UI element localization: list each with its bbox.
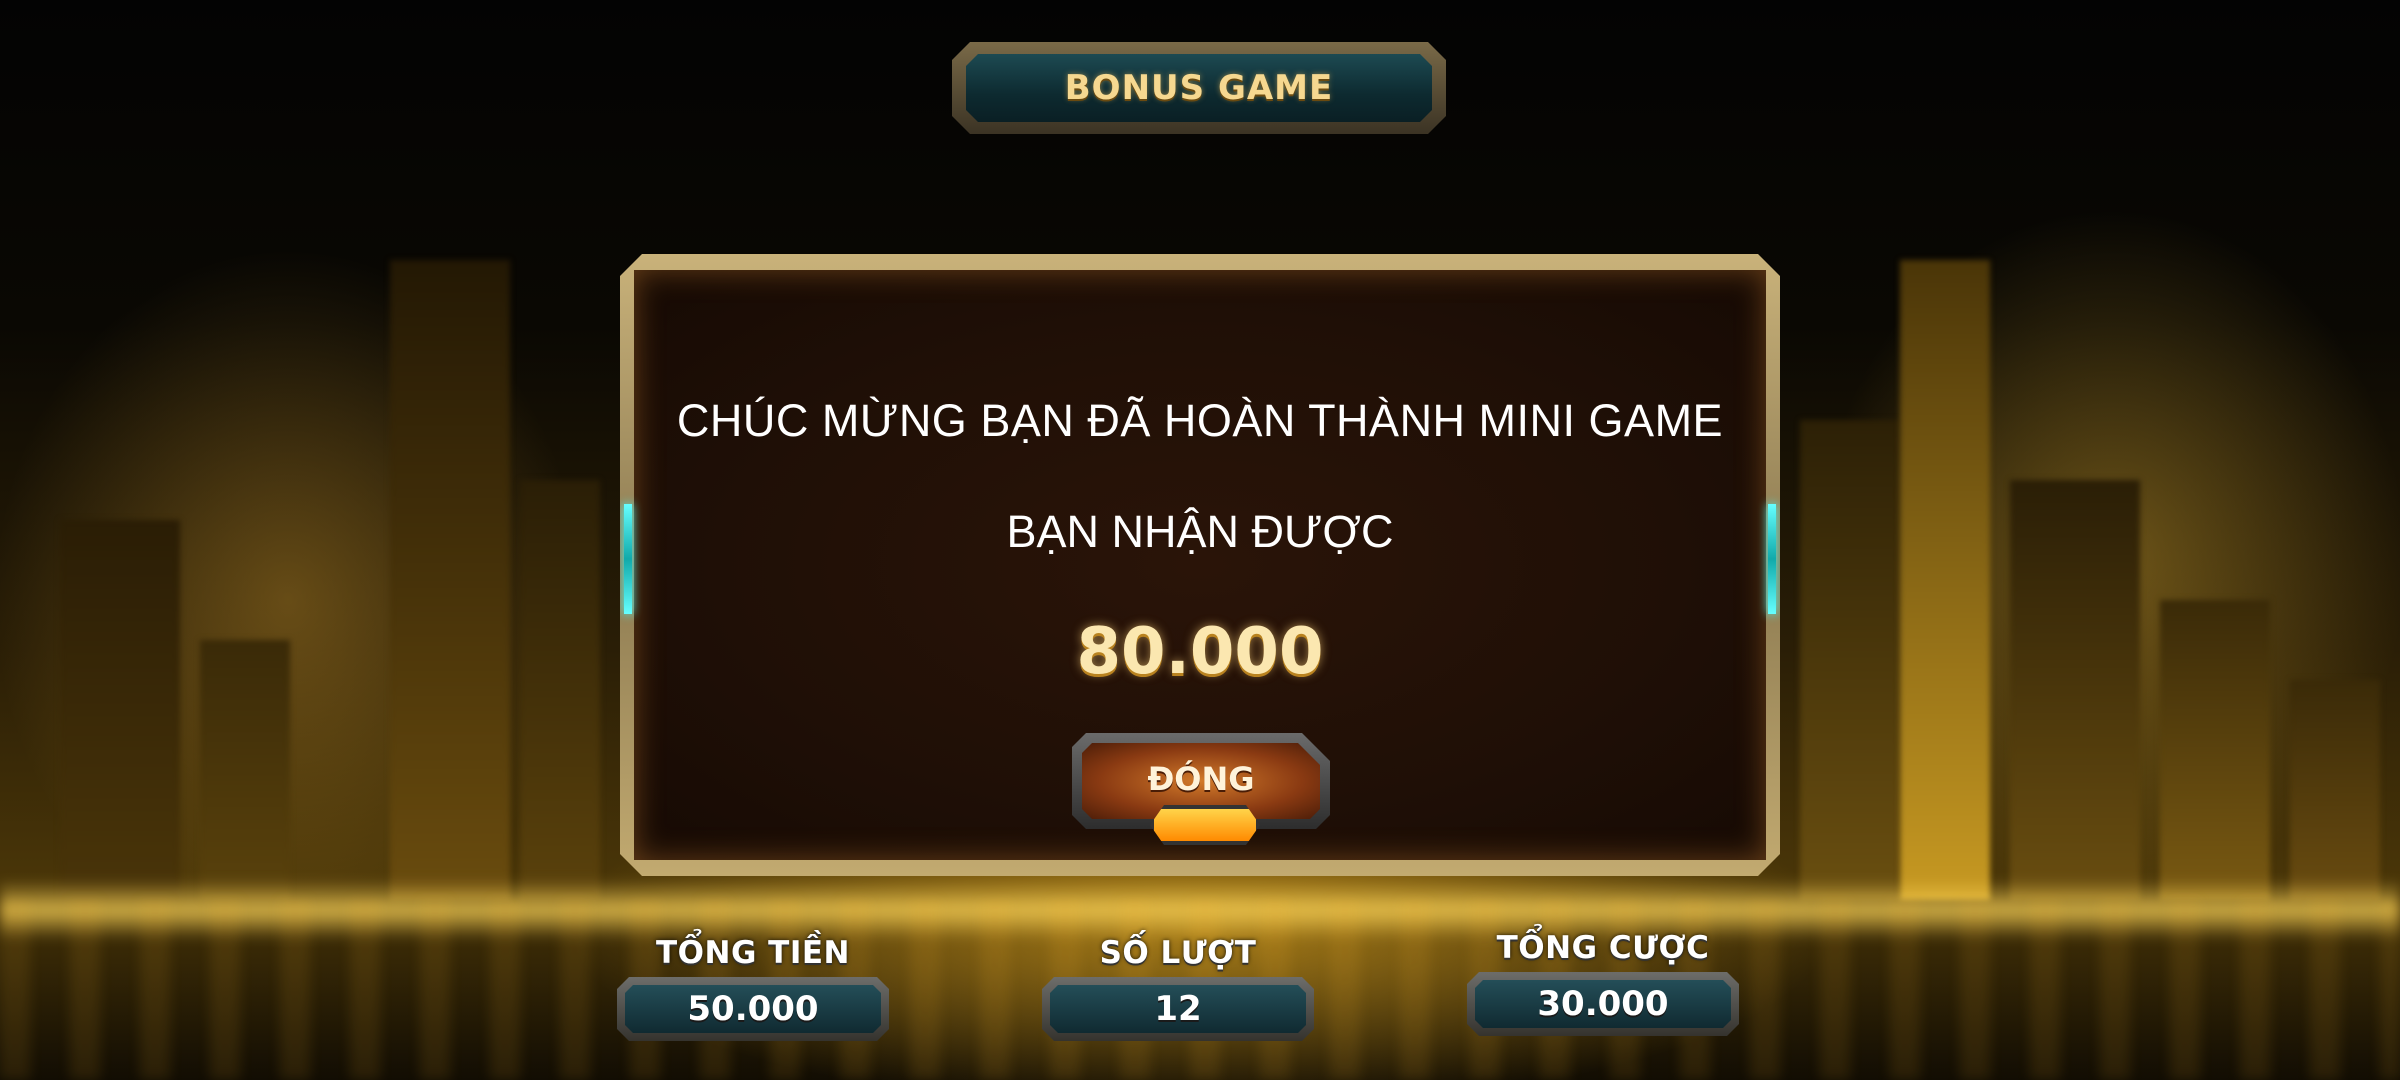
stat-label: TỔNG CƯỢC xyxy=(1496,930,1710,966)
reward-amount: 80.000 xyxy=(1076,615,1324,689)
stat-value: 12 xyxy=(1154,989,1202,1029)
page-title: BONUS GAME xyxy=(1064,68,1334,108)
close-button[interactable]: ĐÓNG xyxy=(1072,733,1330,837)
stat-total-bet: TỔNG CƯỢC 30.000 xyxy=(1467,930,1739,1036)
skyline-building xyxy=(390,260,510,900)
stat-value-box: 50.000 xyxy=(617,977,889,1041)
title-plate: BONUS GAME xyxy=(952,42,1446,134)
stat-value-box-inner: 30.000 xyxy=(1475,980,1731,1028)
stat-value-box-inner: 50.000 xyxy=(625,985,881,1033)
title-plate-inner: BONUS GAME xyxy=(966,54,1432,122)
stat-value: 50.000 xyxy=(687,989,819,1029)
stat-value-box: 12 xyxy=(1042,977,1314,1041)
congratulation-message: CHÚC MỪNG BẠN ĐÃ HOÀN THÀNH MINI GAME xyxy=(676,395,1724,446)
skyline-building xyxy=(60,520,180,900)
stat-turns: SỐ LƯỢT 12 xyxy=(1042,935,1314,1041)
close-button-gem xyxy=(1150,805,1260,845)
stat-total-money: TỔNG TIỀN 50.000 xyxy=(617,935,889,1041)
receive-message: BẠN NHẬN ĐƯỢC xyxy=(1006,506,1394,557)
stat-value-box-inner: 12 xyxy=(1050,985,1306,1033)
skyline-building xyxy=(2290,680,2380,900)
close-button-label: ĐÓNG xyxy=(1147,760,1255,798)
stat-label: TỔNG TIỀN xyxy=(656,935,850,971)
stat-value: 30.000 xyxy=(1537,984,1669,1024)
skyline-building xyxy=(1900,260,1990,900)
stat-value-box: 30.000 xyxy=(1467,972,1739,1036)
stat-label: SỐ LƯỢT xyxy=(1099,935,1257,971)
